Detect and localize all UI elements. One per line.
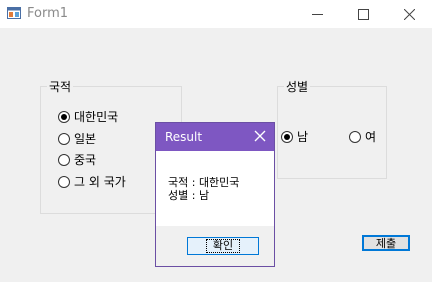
radio-japan-indicator	[58, 132, 70, 145]
radio-korea[interactable]: 대한민국	[58, 108, 118, 125]
maximize-icon	[357, 8, 369, 20]
submit-button[interactable]: 제출	[362, 235, 410, 251]
gender-group-title: 성별	[284, 78, 311, 95]
minimize-icon	[311, 13, 323, 15]
close-icon	[403, 8, 415, 20]
radio-japan-label: 일본	[74, 132, 97, 146]
window-title: Form1	[27, 6, 69, 21]
radio-male-indicator	[281, 130, 293, 143]
close-button[interactable]	[386, 0, 432, 28]
dialog-line-nationality: 국적 : 대한민국	[168, 176, 240, 189]
minimize-button[interactable]	[294, 0, 340, 28]
radio-other-indicator	[58, 175, 70, 188]
radio-female[interactable]: 여	[349, 128, 376, 145]
result-dialog: Result 국적 : 대한민국 성별 : 남 확인	[155, 122, 275, 267]
ok-button[interactable]: 확인	[187, 237, 259, 255]
radio-female-label: 여	[365, 130, 377, 144]
dialog-line-gender: 성별 : 남	[168, 189, 210, 202]
dialog-footer: 확인	[156, 226, 274, 266]
radio-korea-indicator	[58, 110, 70, 123]
radio-china-label: 중국	[74, 153, 97, 167]
dialog-close-icon[interactable]	[252, 128, 268, 144]
dialog-title-bar: Result	[156, 123, 274, 151]
radio-male-label: 남	[297, 130, 309, 144]
radio-japan[interactable]: 일본	[58, 130, 96, 147]
radio-china-indicator	[58, 153, 70, 166]
title-bar: Form1	[0, 0, 432, 28]
radio-china[interactable]: 중국	[58, 151, 96, 168]
radio-other-label: 그 외 국가	[74, 175, 126, 189]
nationality-group-title: 국적	[47, 78, 74, 95]
ok-button-label: 확인	[205, 239, 241, 253]
dialog-message: 국적 : 대한민국 성별 : 남	[168, 176, 239, 202]
radio-female-indicator	[349, 130, 361, 143]
radio-male[interactable]: 남	[281, 128, 308, 145]
radio-other[interactable]: 그 외 국가	[58, 173, 126, 190]
radio-korea-label: 대한민국	[74, 110, 119, 124]
maximize-button[interactable]	[340, 0, 386, 28]
form-app-icon	[7, 7, 21, 19]
dialog-title: Result	[165, 130, 203, 144]
